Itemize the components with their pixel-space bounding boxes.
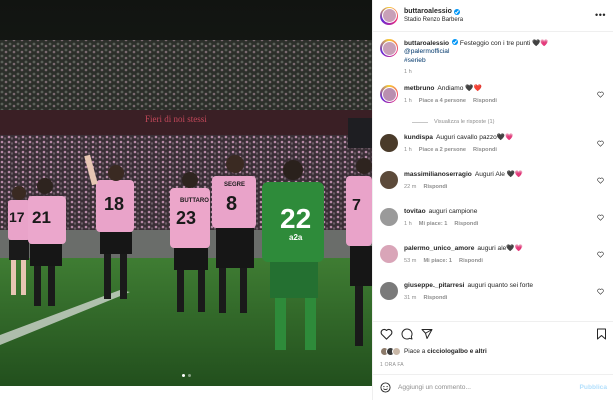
post-time-ago: 1 ORA FA [380,362,404,368]
reply-button[interactable]: Rispondi [459,258,483,264]
post-caption: buttaroalessio Festeggio con i tre punti… [380,39,606,75]
view-replies-button[interactable]: Visualizza le risposte (1) [412,119,606,125]
comment-text: auguri campione [428,208,478,216]
verified-badge-icon [452,39,459,45]
more-options-icon[interactable]: ••• [595,11,606,20]
comment-row: metbruno Andiamo 🖤❤️ 1 h Piace a 4 person… [380,85,606,114]
view-replies-label: Visualizza le risposte (1) [434,119,495,126]
svg-text:18: 18 [104,194,124,214]
commenter-avatar[interactable] [380,171,398,190]
commenter-username[interactable]: tovitao [404,208,426,215]
caption-emoji: 🖤💗 [532,40,549,47]
svg-text:a2a: a2a [289,233,303,242]
carousel-dot-active[interactable] [181,374,185,377]
caption-username[interactable]: buttaroalessio [404,40,449,47]
comment-row: giuseppe._pitarresi auguri quanto sei for… [380,282,606,311]
comments-list[interactable]: buttaroalessio Festeggio con i tre punti… [373,32,613,314]
svg-text:17: 17 [9,209,25,225]
comment-like-heart-icon[interactable] [597,177,604,184]
comment-icon[interactable] [401,328,413,340]
instagram-post-view: Fieri di noi stessi 17 21 18 BUTTARO 23 … [0,0,613,400]
carousel-indicator [0,374,372,377]
post-location[interactable]: Stadio Renzo Barbera [404,17,463,23]
likes-user[interactable]: cicciologalbo [427,348,468,355]
likes-suffix[interactable]: e altri [468,348,487,355]
comment-likes[interactable]: Piace a 2 persone [419,147,466,153]
stadium-banner: Fieri di noi stessi [145,114,207,124]
comment-row: massimilianoserragio Auguri Ale 🖤💗 22 m R… [380,171,606,200]
commenter-avatar[interactable] [380,134,398,153]
comment-time: 1 h [404,220,412,227]
bookmark-icon[interactable] [596,328,607,340]
caption-time: 1 h [404,69,412,76]
reply-button[interactable]: Rispondi [454,221,478,227]
post-header: buttaroalessio Stadio Renzo Barbera ••• [373,0,613,32]
post-actions: Piace a cicciologalbo e altri 1 ORA FA [373,321,613,368]
commenter-avatar[interactable] [380,245,398,264]
reply-button[interactable]: Rispondi [423,184,447,190]
publish-button[interactable]: Pubblica [580,384,607,391]
comment-row: tovitao auguri campione 1 h Mi piace: 1 R… [380,208,606,237]
comment-row: palermo_unico_amore auguri ale🖤💗 53 m Mi … [380,245,606,274]
comment-like-heart-icon[interactable] [597,140,604,147]
author-avatar[interactable] [380,6,398,25]
comment-text: auguri ale🖤💗 [477,245,523,253]
commenter-avatar[interactable] [380,282,398,301]
comment-input[interactable] [398,384,580,391]
replies-divider [412,121,428,123]
comment-text: Auguri cavallo pazzo🖤💗 [435,134,514,142]
comment-time: 1 h [404,146,412,153]
comment-like-heart-icon[interactable] [597,214,604,221]
comment-likes[interactable]: Piace a 4 persone [419,98,466,104]
comment-like-heart-icon[interactable] [597,288,604,295]
comment-like-heart-icon[interactable] [597,251,604,258]
comment-text: Andiamo 🖤❤️ [437,85,482,93]
comment-row: kundispa Auguri cavallo pazzo🖤💗 1 h Piace… [380,134,606,163]
commenter-username[interactable]: metbruno [404,85,434,92]
comment-time: 22 m [404,183,417,190]
comment-time: 53 m [404,257,417,264]
emoji-icon[interactable] [380,382,391,393]
comment-likes[interactable]: Mi piace: 1 [419,221,448,227]
reply-button[interactable]: Rispondi [473,147,497,153]
svg-text:SEGRE: SEGRE [224,182,245,188]
comment-like-heart-icon[interactable] [597,91,604,98]
caption-avatar[interactable] [380,39,398,57]
liker-avatar [392,347,401,356]
share-icon[interactable] [421,328,433,340]
caption-text: Festeggio con i tre punti [459,40,533,47]
comment-time: 1 h [404,97,412,104]
carousel-dot[interactable] [187,374,191,377]
commenter-username[interactable]: massimilianoserragio [404,171,472,178]
svg-text:23: 23 [176,208,196,228]
commenter-username[interactable]: giuseppe._pitarresi [404,282,464,289]
svg-text:7: 7 [352,197,361,214]
commenter-avatar[interactable] [380,85,398,104]
comment-text: Auguri Ale 🖤💗 [474,171,524,179]
post-side-panel: buttaroalessio Stadio Renzo Barbera ••• … [372,0,613,400]
post-photo[interactable]: Fieri di noi stessi 17 21 18 BUTTARO 23 … [0,0,372,386]
reply-button[interactable]: Rispondi [423,295,447,301]
likes-summary: Piace a cicciologalbo e altri [380,347,607,356]
svg-text:8: 8 [226,193,237,215]
likes-prefix: Piace a [404,348,428,355]
caption-hashtag[interactable]: #serieb [404,57,426,64]
add-comment-bar: Pubblica [373,374,613,400]
heart-icon[interactable] [380,328,393,340]
commenter-avatar[interactable] [380,208,398,227]
svg-text:22: 22 [280,203,311,234]
verified-badge-icon [453,8,460,15]
author-username[interactable]: buttaroalessio [404,8,452,15]
caption-mention[interactable]: @palermofficial [404,48,449,55]
comment-likes[interactable]: Mi piace: 1 [423,258,452,264]
svg-text:BUTTARO: BUTTARO [180,198,209,204]
comment-time: 31 m [404,294,417,301]
svg-text:21: 21 [32,208,51,227]
team-celebration-image: Fieri di noi stessi 17 21 18 BUTTARO 23 … [0,0,372,386]
comment-text: auguri quanto sei forte [467,282,534,290]
commenter-username[interactable]: kundispa [404,134,433,141]
reply-button[interactable]: Rispondi [473,98,497,104]
commenter-username[interactable]: palermo_unico_amore [404,245,474,252]
